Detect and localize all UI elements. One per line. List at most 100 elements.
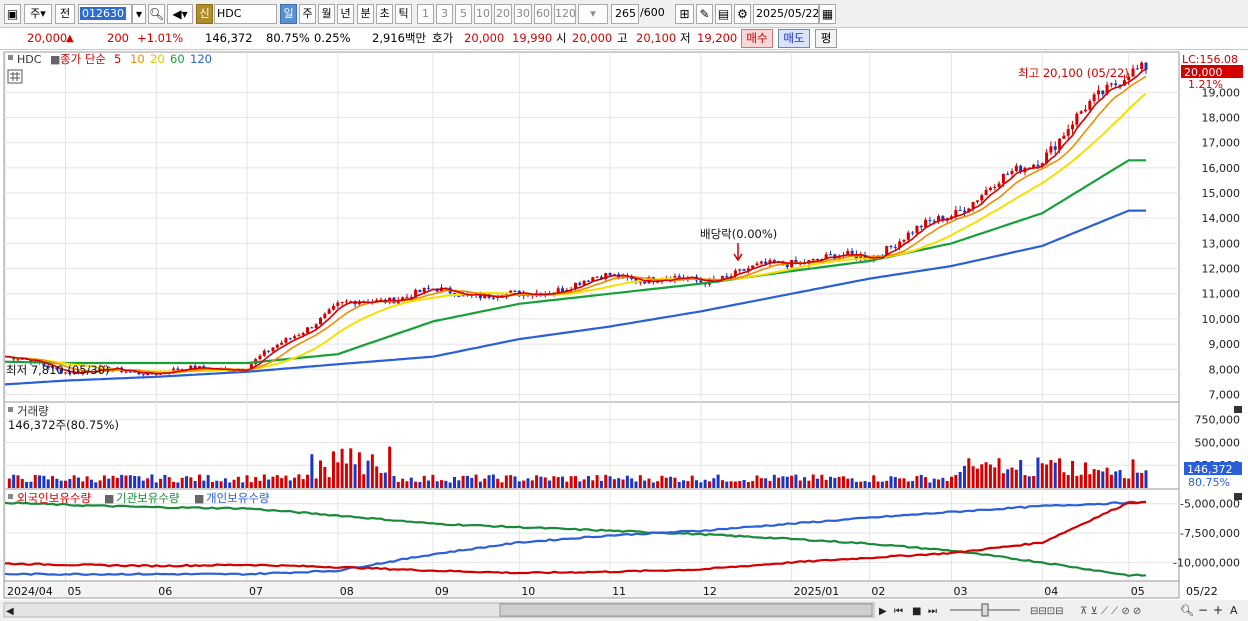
- volume-bar: [94, 482, 98, 488]
- tab-day[interactable]: 일: [280, 4, 297, 24]
- interval-dropdown[interactable]: ▾: [578, 4, 608, 24]
- bid-label: 호가: [432, 31, 454, 45]
- zoom-out-icon[interactable]: −: [1198, 603, 1208, 617]
- volume-bar: [288, 480, 292, 488]
- ma-20-label[interactable]: 20: [150, 52, 165, 66]
- volume-bar: [530, 480, 534, 488]
- interval-120[interactable]: 120: [554, 4, 576, 24]
- volume-handle-icon[interactable]: [8, 407, 13, 412]
- candle-body: [578, 282, 582, 285]
- volume-bar: [172, 481, 176, 488]
- grid-icon[interactable]: [7, 69, 23, 84]
- panel-handle-icon[interactable]: [8, 55, 13, 60]
- volume-bar: [898, 478, 902, 488]
- tab-year[interactable]: 년: [337, 4, 354, 24]
- data-count-field[interactable]: 265: [611, 4, 639, 24]
- volume-bar: [146, 478, 150, 488]
- gear-icon[interactable]: ⚙: [734, 4, 751, 24]
- chart-tools-icon[interactable]: ⊞: [675, 4, 694, 24]
- interval-10[interactable]: 10: [474, 4, 492, 24]
- calendar-icon[interactable]: ▦: [819, 4, 836, 24]
- layout-icon[interactable]: ⊟⊟⊡⊟: [1030, 606, 1064, 617]
- volume-y-label: 500,000: [1195, 436, 1241, 449]
- volume-bar: [1049, 460, 1053, 488]
- stock-name-field[interactable]: HDC: [214, 4, 277, 24]
- tab-minute[interactable]: 분: [357, 4, 374, 24]
- tab-tick[interactable]: 틱: [395, 4, 412, 24]
- auto-scale-icon[interactable]: A: [1230, 604, 1238, 617]
- ma-5-label[interactable]: 5: [114, 52, 121, 66]
- candle-body: [280, 342, 284, 345]
- indicator-icons[interactable]: ⊼ ⊻ ⟋ ⟋ ⊘ ⊘: [1080, 606, 1141, 617]
- jump-end-icon[interactable]: ⏭: [928, 606, 937, 617]
- volume-bar: [340, 448, 344, 488]
- volume-panel-close-icon[interactable]: [1234, 406, 1242, 413]
- zoom-in-icon[interactable]: +: [1213, 603, 1223, 617]
- candle-body: [1049, 146, 1053, 153]
- volume-bar: [353, 464, 357, 488]
- candle-body: [16, 359, 20, 361]
- x-axis-label: 07: [249, 585, 263, 598]
- interval-5[interactable]: 5: [455, 4, 472, 24]
- stop-icon[interactable]: ■: [912, 606, 921, 617]
- volume-bar: [370, 454, 374, 488]
- volume-bar: [245, 475, 249, 488]
- tab-month[interactable]: 월: [318, 4, 335, 24]
- code-dropdown-icon[interactable]: ▾: [132, 4, 146, 24]
- credit-badge[interactable]: 신: [196, 4, 213, 24]
- interval-3[interactable]: 3: [436, 4, 453, 24]
- market-select[interactable]: 주▾: [24, 4, 52, 24]
- holders-handle-icon[interactable]: [8, 494, 13, 499]
- buy-button[interactable]: 매수: [741, 29, 773, 48]
- volume-bar: [85, 476, 89, 488]
- volume-bar: [824, 479, 828, 488]
- volume-bar: [401, 478, 405, 488]
- ma-10-label[interactable]: 10: [130, 52, 145, 66]
- save-icon[interactable]: ▤: [715, 4, 732, 24]
- volume-bar: [673, 477, 677, 488]
- speaker-icon[interactable]: ◀▾: [167, 4, 193, 24]
- interval-1[interactable]: 1: [417, 4, 434, 24]
- chart-area[interactable]: HDC ■ 종가 단순 5 10 20 60 120 최고 20,100 (05…: [0, 50, 1248, 621]
- stock-code-input[interactable]: 012630: [78, 4, 132, 24]
- volume-bar: [357, 452, 361, 488]
- scroll-left-icon[interactable]: ◀: [6, 606, 14, 617]
- interval-60[interactable]: 60: [534, 4, 552, 24]
- candle-body: [340, 301, 344, 303]
- volume-bar: [725, 481, 729, 488]
- interval-20[interactable]: 20: [494, 4, 512, 24]
- prev-button[interactable]: 전: [55, 4, 75, 24]
- stock-code-text: 012630: [80, 7, 126, 20]
- volume-bar: [20, 479, 24, 488]
- tab-week[interactable]: 주: [299, 4, 316, 24]
- volume-bar: [327, 477, 331, 488]
- candle-body: [902, 239, 906, 242]
- jump-start-icon[interactable]: ⏮: [894, 606, 903, 617]
- volume-bar: [591, 480, 595, 488]
- zoom-icon[interactable]: 🔍︎: [1180, 604, 1194, 617]
- tab-second[interactable]: 초: [376, 4, 393, 24]
- volume-pct-tag: 80.75%: [1188, 476, 1230, 489]
- zoom-slider-handle[interactable]: [981, 603, 989, 617]
- window-icon[interactable]: ▣: [4, 4, 21, 24]
- interval-30[interactable]: 30: [514, 4, 532, 24]
- candle-body: [993, 187, 997, 189]
- volume-bar: [686, 481, 690, 488]
- candle-body: [997, 183, 1001, 188]
- candle-body: [738, 269, 742, 271]
- ma-120-label[interactable]: 120: [190, 52, 212, 66]
- ma-60-label[interactable]: 60: [170, 52, 185, 66]
- draw-icon[interactable]: ✎: [696, 4, 713, 24]
- stock-chart-svg[interactable]: HDC ■ 종가 단순 5 10 20 60 120 최고 20,100 (05…: [0, 50, 1248, 621]
- date-field[interactable]: 2025/05/22: [753, 4, 819, 24]
- x-axis-label: 2025/01: [794, 585, 840, 598]
- sell-button[interactable]: 매도: [778, 29, 810, 48]
- candle-body: [811, 258, 815, 261]
- search-icon[interactable]: 🔍︎: [148, 4, 165, 24]
- scrollbar-thumb[interactable]: [499, 603, 873, 617]
- volume-bar: [980, 464, 984, 488]
- volume-bar: [556, 477, 560, 488]
- scroll-right-icon[interactable]: ▶: [879, 606, 887, 617]
- evaluation-button[interactable]: 평: [815, 29, 837, 48]
- volume-bar: [344, 463, 348, 488]
